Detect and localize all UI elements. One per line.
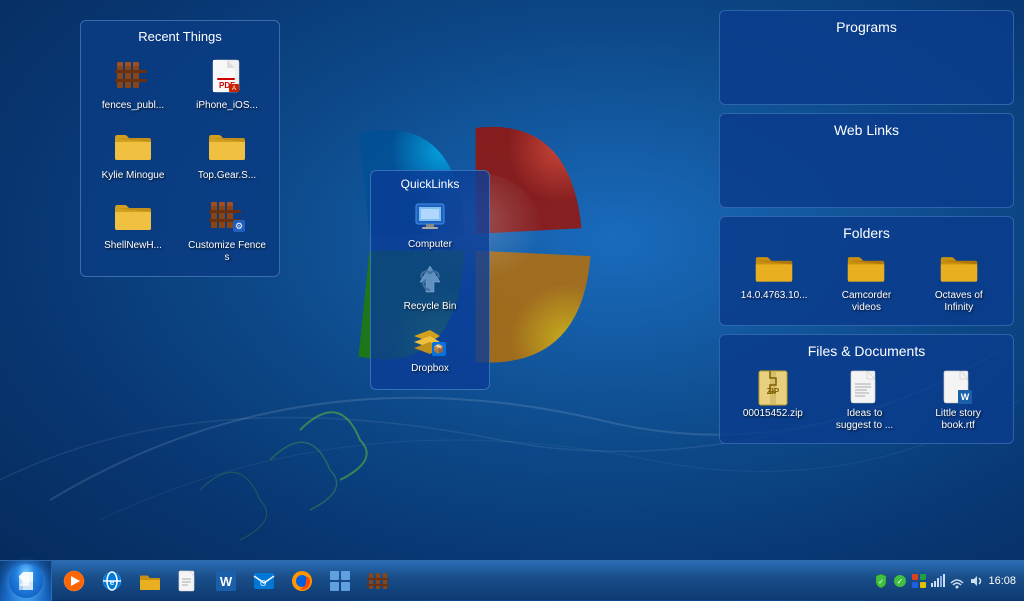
svg-text:⚙: ⚙: [235, 221, 243, 231]
taskbar-word[interactable]: W: [208, 563, 244, 599]
folders-panel-title: Folders: [728, 225, 1005, 241]
tray-icons: ✓ ✓: [873, 573, 984, 589]
weblinks-panel-content: [728, 144, 1005, 199]
file-item-zip[interactable]: ZIP 00015452.zip: [740, 365, 806, 423]
taskbar-tray: ✓ ✓: [865, 573, 1024, 589]
svg-text:📦: 📦: [433, 343, 444, 354]
programs-panel-content: [728, 41, 1005, 96]
recent-item-iphone-label: iPhone_iOS...: [196, 100, 258, 112]
quicklink-dropbox-label: Dropbox: [411, 363, 449, 374]
folder-item-2[interactable]: Octaves of Infinity: [924, 247, 994, 317]
files-panel: Files & Documents ZIP 00015452.zip: [719, 334, 1014, 444]
weblinks-panel: Web Links: [719, 113, 1014, 208]
svg-text:W: W: [220, 574, 233, 589]
files-panel-title: Files & Documents: [728, 343, 1005, 359]
recent-item-shellnew[interactable]: ShellNewH...: [89, 192, 177, 268]
time-display[interactable]: 16:08: [988, 575, 1016, 587]
taskbar-explorer[interactable]: [132, 563, 168, 599]
svg-text:✓: ✓: [897, 577, 904, 586]
recent-panel: Recent Things fences_publ...: [80, 20, 280, 277]
taskbar-ie[interactable]: e: [94, 563, 130, 599]
file-label-txt: Ideas to suggest to ...: [833, 408, 897, 432]
recent-item-iphone[interactable]: PDF A iPhone_iOS...: [183, 52, 271, 116]
folder-item-0[interactable]: 14.0.4763.10...: [739, 247, 809, 305]
recent-item-fences[interactable]: fences_publ...: [89, 52, 177, 116]
folders-grid: 14.0.4763.10... Camcorder videos Octaves…: [728, 247, 1005, 317]
recent-item-shellnew-label: ShellNewH...: [104, 240, 162, 252]
taskbar-wordpad[interactable]: [170, 563, 206, 599]
taskbar-gadgets[interactable]: [322, 563, 358, 599]
quicklink-recycle-label: Recycle Bin: [404, 301, 457, 312]
start-orb: [9, 564, 43, 598]
recent-item-topgear-label: Top.Gear.S...: [198, 170, 256, 182]
svg-text:A: A: [232, 86, 236, 92]
files-grid: ZIP 00015452.zip Ideas to: [728, 365, 1005, 435]
taskbar-media-player[interactable]: [56, 563, 92, 599]
taskbar-firefox[interactable]: [284, 563, 320, 599]
recent-item-kylie-label: Kylie Minogue: [102, 170, 165, 182]
right-panels: Programs Web Links Folders 14.0.4763.10.…: [719, 10, 1014, 444]
quicklink-recycle[interactable]: Recycle Bin: [377, 259, 483, 315]
recent-item-kylie[interactable]: Kylie Minogue: [89, 122, 177, 186]
tray-check-icon[interactable]: ✓: [892, 573, 908, 589]
clock-time: 16:08: [988, 575, 1016, 587]
folder-item-1[interactable]: Camcorder videos: [831, 247, 901, 317]
folders-panel: Folders 14.0.4763.10... Camcorder videos: [719, 216, 1014, 326]
quicklink-computer-label: Computer: [408, 239, 452, 250]
quicklink-dropbox[interactable]: 📦 Dropbox: [377, 321, 483, 377]
taskbar: e W: [0, 560, 1024, 600]
folder-label-0: 14.0.4763.10...: [741, 290, 808, 302]
recent-panel-title: Recent Things: [89, 29, 271, 44]
recent-item-customize[interactable]: ⚙ Customize Fences: [183, 192, 271, 268]
programs-panel: Programs: [719, 10, 1014, 105]
recent-item-customize-label: Customize Fences: [187, 240, 267, 264]
file-item-txt[interactable]: Ideas to suggest to ...: [830, 365, 900, 435]
taskbar-items: e W: [52, 563, 865, 599]
folder-label-2: Octaves of Infinity: [927, 290, 991, 314]
quicklinks-title: QuickLinks: [377, 177, 483, 191]
recent-items-grid: fences_publ... PDF A iPhone_iOS... Kylie: [89, 52, 271, 268]
tray-grid-icon[interactable]: [911, 573, 927, 589]
file-item-rtf[interactable]: W Little story book.rtf: [923, 365, 993, 435]
taskbar-fences[interactable]: [360, 563, 396, 599]
svg-text:✓: ✓: [879, 579, 885, 586]
folder-label-1: Camcorder videos: [834, 290, 898, 314]
tray-security-icon[interactable]: ✓: [873, 573, 889, 589]
tray-wifi-icon[interactable]: [949, 573, 965, 589]
taskbar-outlook[interactable]: O: [246, 563, 282, 599]
weblinks-panel-title: Web Links: [728, 122, 1005, 138]
svg-text:W: W: [961, 392, 970, 402]
svg-text:e: e: [110, 578, 115, 587]
start-button[interactable]: [0, 561, 52, 601]
quicklink-computer[interactable]: Computer: [377, 197, 483, 253]
recent-item-fences-label: fences_publ...: [102, 100, 164, 112]
tray-volume-icon[interactable]: [968, 573, 984, 589]
svg-text:O: O: [260, 579, 266, 588]
programs-panel-title: Programs: [728, 19, 1005, 35]
file-label-rtf: Little story book.rtf: [926, 408, 990, 432]
quicklinks-panel: QuickLinks Computer Recycle Bin: [370, 170, 490, 390]
tray-network-icon[interactable]: [930, 573, 946, 589]
recent-item-topgear[interactable]: Top.Gear.S...: [183, 122, 271, 186]
file-label-zip: 00015452.zip: [743, 408, 803, 420]
